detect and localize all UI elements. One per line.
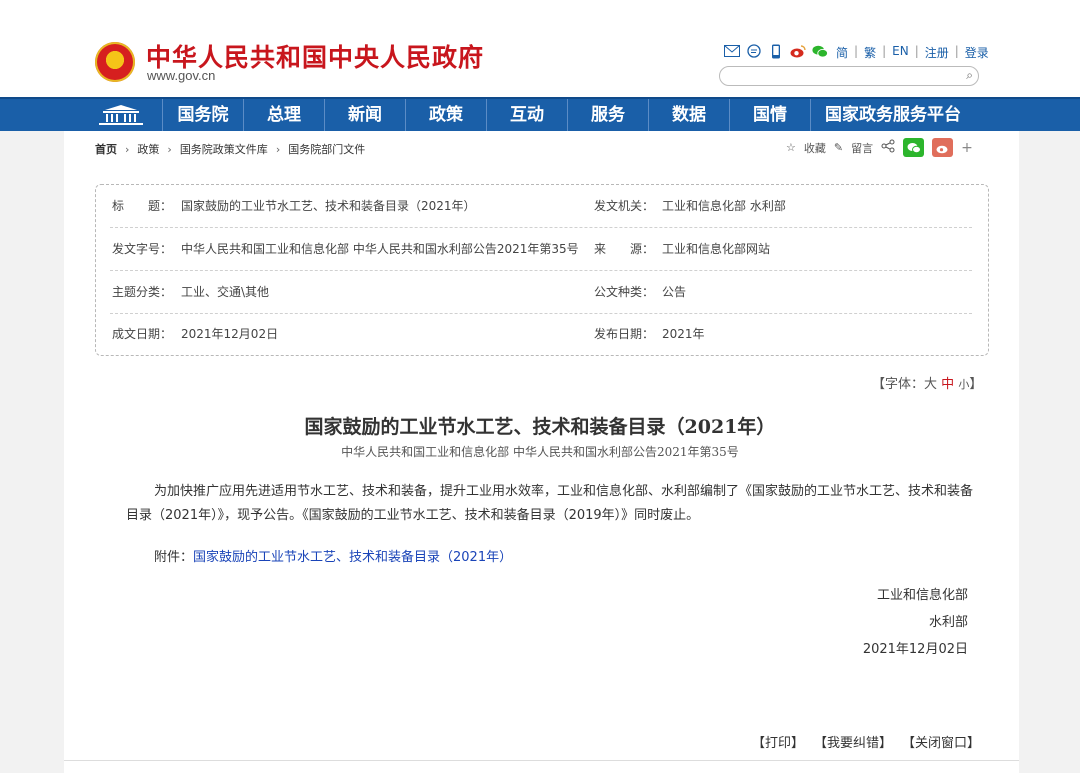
mail-icon[interactable] bbox=[724, 43, 740, 59]
publish-date-value: 2021年 bbox=[662, 327, 705, 341]
topic-value: 工业、交通\其他 bbox=[181, 285, 270, 299]
message-icon[interactable] bbox=[746, 43, 762, 59]
doc-type-label: 公文种类： bbox=[594, 285, 655, 299]
weibo-icon[interactable] bbox=[790, 43, 806, 59]
chevron-right-icon: › bbox=[275, 142, 281, 156]
breadcrumb: 首页 › 政策 › 国务院政策文件库 › 国务院部门文件 bbox=[95, 141, 365, 157]
nav-item-interaction[interactable]: 互动 bbox=[486, 99, 567, 131]
nav-items: 国务院 总理 新闻 政策 互动 服务 数据 国情 国家政务服务平台 bbox=[162, 99, 975, 131]
created-date-value: 2021年12月02日 bbox=[181, 327, 279, 341]
nav-item-state-council[interactable]: 国务院 bbox=[162, 99, 243, 131]
document-title: 国家鼓励的工业节水工艺、技术和装备目录（2021年） bbox=[304, 416, 776, 438]
document-subtitle: 中华人民共和国工业和信息化部 中华人民共和国水利部公告2021年第35号 bbox=[341, 445, 739, 459]
font-size-small[interactable]: 小 bbox=[958, 378, 969, 391]
font-size-suffix: 】 bbox=[969, 377, 983, 392]
top-icon-bar bbox=[724, 43, 828, 59]
site-header: 中华人民共和国中央人民政府 www.gov.cn 简 | 繁 | EN | 注册… bbox=[0, 0, 1080, 97]
search-input[interactable]: ⌕ bbox=[719, 66, 979, 86]
comment-button[interactable]: 留言 bbox=[851, 140, 873, 156]
title-value: 国家鼓励的工业节水工艺、技术和装备目录（2021年） bbox=[181, 199, 476, 213]
metadata-row: 主题分类： 工业、交通\其他 公文种类： 公告 bbox=[110, 271, 972, 314]
doc-type-value: 公告 bbox=[662, 285, 687, 299]
simplified-chinese-link[interactable]: 简 bbox=[836, 44, 848, 61]
wechat-share-icon[interactable] bbox=[903, 138, 925, 157]
document-metadata-table: 标 题： 国家鼓励的工业节水工艺、技术和装备目录（2021年） 发文机关： 工业… bbox=[95, 184, 989, 356]
font-size-prefix: 【字体： bbox=[872, 377, 925, 392]
issuer-value: 工业和信息化部 水利部 bbox=[662, 199, 786, 213]
top-links: 简 | 繁 | EN | 注册 | 登录 bbox=[836, 44, 989, 61]
signature-issuer-1: 工业和信息化部 bbox=[876, 588, 968, 603]
star-icon[interactable]: ☆ bbox=[786, 141, 796, 154]
publish-date-label: 发布日期： bbox=[594, 327, 655, 341]
wechat-icon[interactable] bbox=[812, 43, 828, 59]
source-label: 来 源： bbox=[594, 242, 655, 256]
doc-number-value: 中华人民共和国工业和信息化部 中华人民共和国水利部公告2021年第35号 bbox=[181, 242, 579, 256]
title-label: 标 题： bbox=[112, 199, 173, 213]
signature-issuer-2: 水利部 bbox=[928, 615, 968, 630]
login-link[interactable]: 登录 bbox=[965, 44, 989, 61]
breadcrumb-department-docs[interactable]: 国务院部门文件 bbox=[288, 141, 365, 157]
english-link[interactable]: EN bbox=[892, 44, 909, 61]
font-size-medium[interactable]: 中 bbox=[941, 377, 954, 392]
chevron-right-icon: › bbox=[167, 142, 172, 156]
collect-button[interactable]: 收藏 bbox=[804, 140, 826, 156]
plus-icon[interactable]: + bbox=[961, 140, 973, 156]
pencil-icon[interactable]: ✎ bbox=[834, 141, 843, 154]
metadata-row: 发文字号： 中华人民共和国工业和信息化部 中华人民共和国水利部公告2021年第3… bbox=[110, 228, 972, 271]
topic-label: 主题分类： bbox=[112, 285, 173, 299]
register-link[interactable]: 注册 bbox=[925, 44, 949, 61]
print-button[interactable]: 【打印】 bbox=[752, 732, 804, 751]
attachment-link[interactable]: 国家鼓励的工业节水工艺、技术和装备目录（2021年） bbox=[193, 550, 512, 565]
nav-item-news[interactable]: 新闻 bbox=[324, 99, 405, 131]
source-value: 工业和信息化部网站 bbox=[662, 242, 771, 256]
mobile-icon[interactable] bbox=[768, 43, 784, 59]
divider: | bbox=[954, 44, 959, 58]
breadcrumb-policy-library[interactable]: 国务院政策文件库 bbox=[180, 141, 268, 157]
site-url[interactable]: www.gov.cn bbox=[147, 68, 215, 83]
close-window-button[interactable]: 【关闭窗口】 bbox=[902, 732, 980, 751]
nav-item-policy[interactable]: 政策 bbox=[405, 99, 486, 131]
metadata-row: 标 题： 国家鼓励的工业节水工艺、技术和装备目录（2021年） 发文机关： 工业… bbox=[110, 185, 972, 228]
report-error-button[interactable]: 【我要纠错】 bbox=[814, 732, 892, 751]
traditional-chinese-link[interactable]: 繁 bbox=[864, 44, 876, 61]
share-bar: ☆ 收藏 ✎ 留言 + bbox=[786, 138, 973, 157]
nav-item-premier[interactable]: 总理 bbox=[243, 99, 324, 131]
divider: | bbox=[854, 44, 859, 58]
main-nav: 国务院 总理 新闻 政策 互动 服务 数据 国情 国家政务服务平台 bbox=[0, 97, 1080, 131]
divider: | bbox=[882, 44, 887, 58]
created-date-label: 成文日期： bbox=[112, 327, 173, 341]
nav-item-national-info[interactable]: 国情 bbox=[729, 99, 810, 131]
font-size-large[interactable]: 大 bbox=[924, 377, 937, 392]
divider: | bbox=[914, 44, 919, 58]
national-emblem-logo[interactable] bbox=[95, 42, 135, 82]
search-icon[interactable]: ⌕ bbox=[966, 68, 973, 83]
document-body: 为加快推广应用先进适用节水工艺、技术和装备，提升工业用水效率，工业和信息化部、水… bbox=[126, 484, 974, 523]
issuer-label: 发文机关： bbox=[594, 199, 655, 213]
doc-number-label: 发文字号： bbox=[112, 242, 173, 256]
breadcrumb-home[interactable]: 首页 bbox=[95, 141, 117, 157]
font-size-switcher: 【字体：大 中 小】 bbox=[872, 373, 982, 392]
nav-item-data[interactable]: 数据 bbox=[648, 99, 729, 131]
signature-date: 2021年12月02日 bbox=[862, 642, 968, 657]
metadata-row: 成文日期： 2021年12月02日 发布日期： 2021年 bbox=[110, 313, 972, 355]
weibo-share-icon[interactable] bbox=[932, 138, 954, 157]
great-hall-icon[interactable] bbox=[95, 104, 147, 126]
attachment: 附件：国家鼓励的工业节水工艺、技术和装备目录（2021年） bbox=[154, 546, 512, 565]
page-actions: 【打印】 【我要纠错】 【关闭窗口】 bbox=[752, 732, 980, 751]
nav-item-gov-service-platform[interactable]: 国家政务服务平台 bbox=[810, 99, 975, 131]
breadcrumb-policy[interactable]: 政策 bbox=[137, 141, 159, 157]
divider bbox=[64, 760, 1019, 761]
chevron-right-icon: › bbox=[125, 142, 130, 156]
share-icon[interactable] bbox=[881, 139, 895, 156]
nav-item-services[interactable]: 服务 bbox=[567, 99, 648, 131]
attachment-label: 附件： bbox=[154, 550, 194, 565]
